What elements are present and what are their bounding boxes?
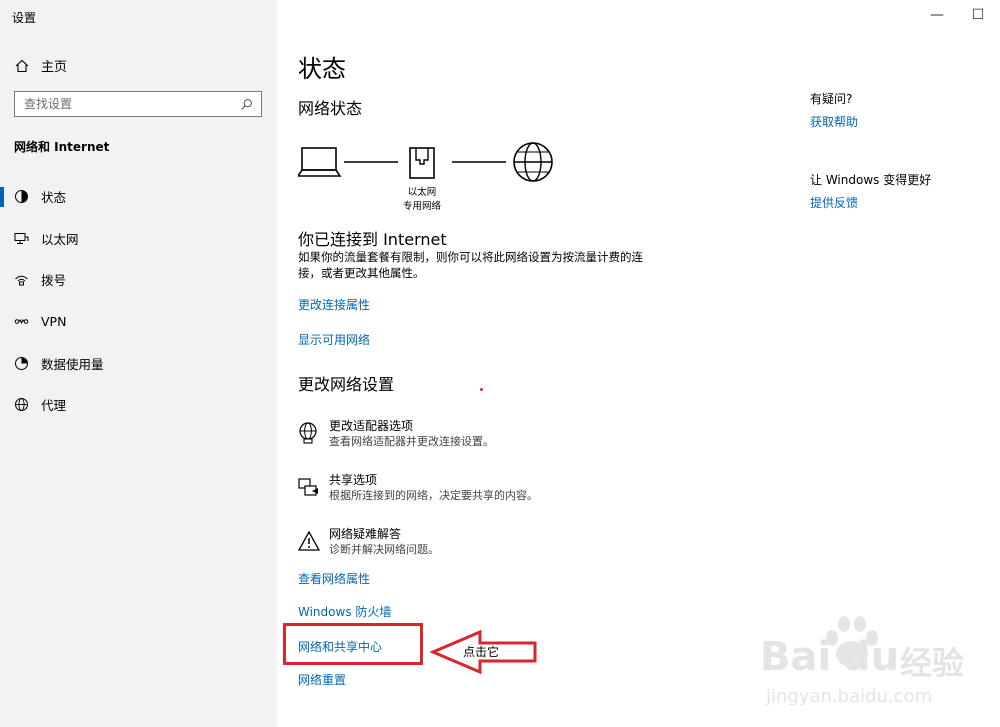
sidebar-item-dialup[interactable]: 拨号 (0, 259, 277, 301)
ethernet-icon (14, 232, 29, 244)
search-input[interactable] (24, 97, 224, 111)
sidebar-item-label: 以太网 (41, 231, 79, 247)
sidebar-item-vpn[interactable]: VPN (0, 301, 277, 343)
sidebar-home-label: 主页 (41, 60, 68, 75)
option-sharing[interactable]: 共享选项 根据所连接到的网络，决定要共享的内容。 (298, 472, 538, 504)
data-usage-icon (15, 356, 28, 370)
option-adapter[interactable]: 更改适配器选项 查看网络适配器并更改连接设置。 (298, 418, 494, 450)
network-reset-link[interactable]: 网络重置 (298, 671, 346, 688)
view-network-properties-link[interactable]: 查看网络属性 (298, 570, 370, 587)
watermark-url: jingyan.baidu.com (766, 686, 933, 707)
network-type-label: 专用网络 (402, 201, 441, 212)
sidebar-item-proxy[interactable]: 代理 (0, 384, 277, 426)
option-description: 根据所连接到的网络，决定要共享的内容。 (329, 489, 538, 502)
vpn-icon (14, 319, 29, 325)
ethernet-port-icon (409, 147, 435, 179)
option-description: 诊断并解决网络问题。 (329, 543, 439, 556)
globe-icon (15, 398, 28, 412)
question-text: 有疑问? (810, 92, 853, 106)
change-connection-properties-link[interactable]: 更改连接属性 (298, 296, 370, 313)
laptop-icon (298, 147, 342, 177)
warning-icon (298, 530, 320, 551)
network-diagram: 以太网 专用网络 (298, 140, 568, 215)
get-help-link[interactable]: 获取帮助 (810, 113, 858, 130)
windows-firewall-link[interactable]: Windows 防火墙 (298, 603, 391, 620)
status-icon (15, 190, 28, 204)
sidebar-item-label: 数据使用量 (41, 356, 104, 372)
maximize-button[interactable]: ☐ (971, 6, 985, 24)
search-icon[interactable] (240, 98, 253, 111)
sidebar-nav: 状态 以太网 拨号 VPN 数据使用量 代理 (0, 176, 277, 426)
watermark-cn: 经验 (900, 644, 965, 682)
connected-heading: 你已连接到 Internet (298, 230, 447, 249)
option-troubleshoot[interactable]: 网络疑难解答 诊断并解决网络问题。 (298, 526, 439, 558)
annotation-arrow-label: 点击它 (463, 645, 500, 659)
home-icon (15, 59, 29, 72)
internet-globe-icon (513, 142, 553, 182)
sidebar-section-title: 网络和 Internet (14, 140, 110, 154)
window-controls: — ☐ (930, 6, 985, 24)
improve-windows-text: 让 Windows 变得更好 (810, 173, 932, 187)
baidu-watermark: Bai du 经验 jingyan.baidu.com (760, 612, 990, 722)
network-status-heading: 网络状态 (298, 99, 363, 118)
sidebar: 设置 主页 网络和 Internet 状态 以太网 (0, 0, 277, 727)
adapter-globe-icon (299, 422, 317, 444)
change-network-settings-heading: 更改网络设置 (298, 375, 395, 394)
sharing-icon (298, 478, 318, 496)
watermark-brand-suffix: du (842, 634, 900, 680)
watermark-brand: Bai (760, 634, 832, 680)
option-description: 查看网络适配器并更改连接设置。 (329, 435, 494, 448)
window-title: 设置 (12, 11, 37, 25)
sidebar-item-label: 状态 (41, 190, 67, 206)
sidebar-item-ethernet[interactable]: 以太网 (0, 218, 277, 260)
connected-description: 如果你的流量套餐有限制，则你可以将此网络设置为按流量计费的连接，或者更改其他属性… (298, 250, 643, 280)
show-available-networks-link[interactable]: 显示可用网络 (298, 331, 370, 348)
option-title: 更改适配器选项 (329, 419, 414, 433)
sidebar-item-label: VPN (41, 314, 67, 330)
dialup-icon (15, 276, 28, 286)
sidebar-home[interactable]: 主页 (14, 56, 67, 75)
annotation-highlight-box (283, 623, 423, 665)
give-feedback-link[interactable]: 提供反馈 (810, 194, 858, 211)
network-diagram-graphic (298, 142, 553, 182)
option-title: 网络疑难解答 (329, 527, 402, 541)
adapter-name-label: 以太网 (407, 187, 437, 198)
option-title: 共享选项 (329, 473, 378, 487)
sidebar-item-label: 拨号 (41, 273, 67, 289)
sidebar-item-label: 代理 (41, 398, 67, 414)
minimize-button[interactable]: — (930, 6, 944, 24)
sidebar-item-status[interactable]: 状态 (0, 176, 277, 218)
page-title: 状态 (298, 55, 346, 83)
search-box[interactable] (14, 91, 262, 117)
annotation-dot (480, 388, 483, 391)
sidebar-item-data-usage[interactable]: 数据使用量 (0, 342, 277, 384)
